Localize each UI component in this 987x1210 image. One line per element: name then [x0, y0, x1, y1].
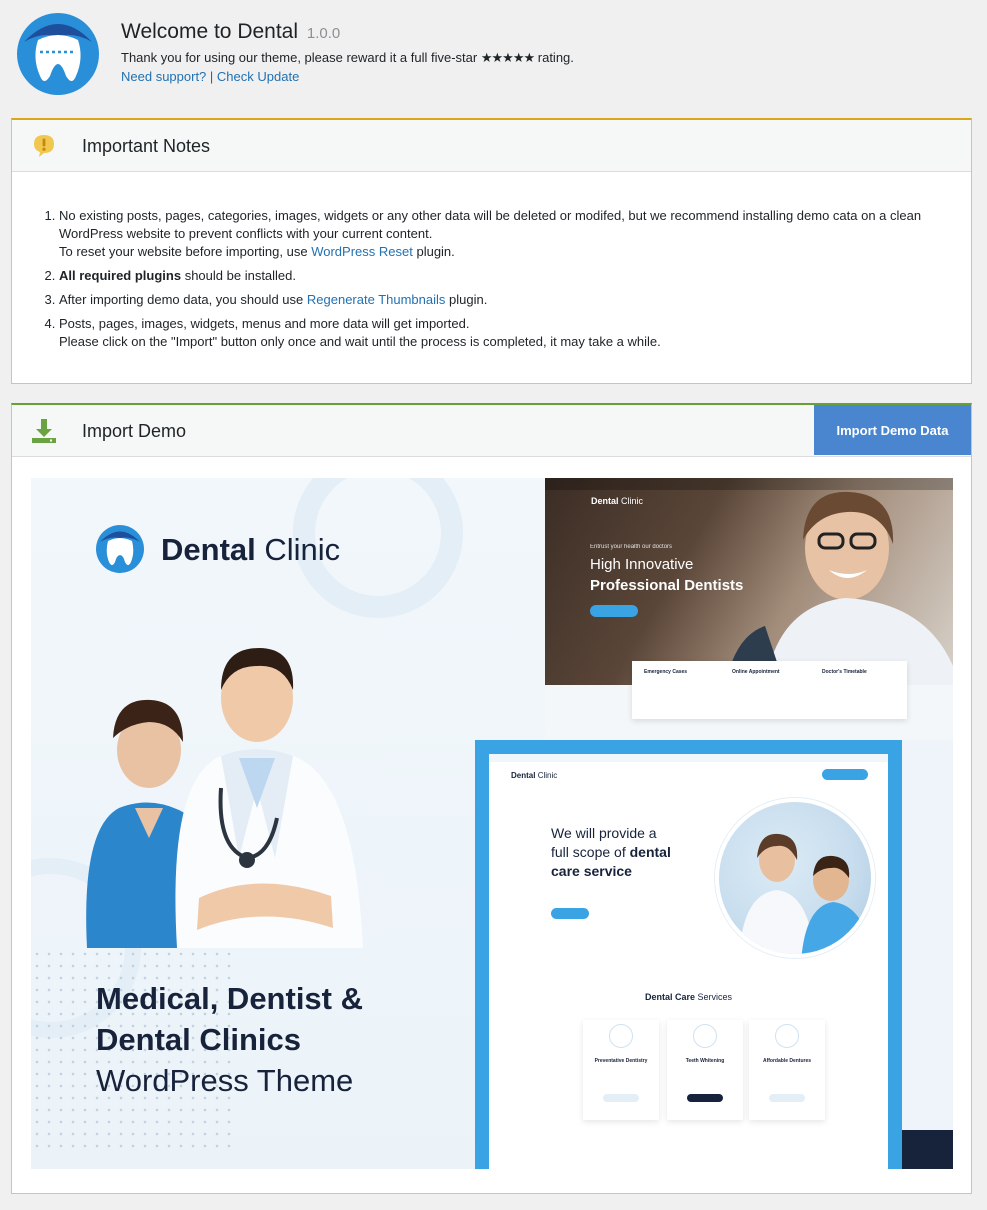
- notes-title: Important Notes: [82, 136, 211, 156]
- service-title: Preventative Dentistry: [594, 1058, 648, 1064]
- list-item: No existing posts, pages, categories, im…: [59, 207, 949, 261]
- tooth-search-icon: [609, 1024, 633, 1048]
- service-title: Affordable Dentures: [762, 1058, 812, 1064]
- service-card: Teeth Whitening: [667, 1020, 743, 1120]
- note-bold: All required plugins: [59, 268, 182, 283]
- warning-bubble-icon: [34, 135, 54, 157]
- notes-header: Important Notes: [12, 120, 971, 172]
- note-text: plugin.: [416, 244, 455, 259]
- note-text: should be installed.: [184, 268, 297, 283]
- title-text: Welcome to Dental: [121, 20, 299, 43]
- hero-cta-button: [590, 605, 638, 617]
- headline-line-1: Medical, Dentist &: [96, 981, 363, 1016]
- hero-nav-brand: Dental Clinic: [591, 496, 643, 506]
- hero-line-1: High Innovative: [590, 556, 694, 573]
- dentist-photo: [725, 491, 953, 685]
- info-card-timetable: Doctor's Timetable: [822, 669, 867, 675]
- preview-left-panel: Dental Clinic Medical, Dentist & Dental …: [31, 478, 546, 1169]
- service-card: Affordable Dentures: [749, 1020, 825, 1120]
- note-text: No existing posts, pages, categories, im…: [59, 208, 922, 241]
- message-suffix: rating.: [537, 50, 574, 65]
- mockup-brand-bold: Dental: [511, 771, 536, 780]
- services-heading-light: Services: [697, 992, 733, 1002]
- list-item: All required plugins should be installed…: [59, 267, 949, 285]
- mockup-patient-photo: [715, 798, 875, 958]
- note-text: After importing demo data, you should us…: [59, 292, 304, 307]
- hero-line-2: Professional Dentists: [590, 577, 744, 594]
- info-card-emergency: Emergency Cases: [644, 669, 688, 675]
- brand-light: Clinic: [264, 532, 341, 567]
- need-support-link[interactable]: Need support?: [121, 69, 206, 84]
- welcome-message: Thank you for using our theme, please re…: [121, 50, 574, 66]
- welcome-header: Welcome to Dental 1.0.0 Thank you for us…: [14, 12, 974, 102]
- list-item: After importing demo data, you should us…: [59, 291, 949, 309]
- wordpress-reset-link[interactable]: WordPress Reset: [311, 244, 413, 259]
- link-separator: |: [209, 69, 214, 84]
- headline-line-2: Dental Clinics: [96, 1022, 301, 1057]
- service-card: Preventative Dentistry: [583, 1020, 659, 1120]
- hero-kicker: Entrust your health our doctors: [590, 544, 673, 550]
- header-links: Need support? | Check Update: [121, 69, 299, 84]
- homepage-mockup: Dental Clinic We will provide a full sco…: [475, 740, 902, 1169]
- mockup-line-2: full scope of dental: [551, 843, 671, 862]
- mockup-brand-light: Clinic: [537, 771, 558, 780]
- denture-icon: [775, 1024, 799, 1048]
- decor-navy-block: [902, 1130, 953, 1169]
- regenerate-thumbnails-link[interactable]: Regenerate Thumbnails: [307, 292, 446, 307]
- service-button: [769, 1094, 805, 1102]
- hero-screenshot: Dental Clinic Entrust your health our do…: [545, 478, 953, 685]
- note-text: Posts, pages, images, widgets, menus and…: [59, 316, 470, 331]
- brand-bold: Dental: [161, 532, 256, 567]
- import-demo-panel: Import Demo Import Demo Data Dental Clin…: [11, 403, 972, 1194]
- list-item: Posts, pages, images, widgets, menus and…: [59, 315, 949, 351]
- import-header: Import Demo Import Demo Data: [12, 405, 971, 457]
- message-text: Thank you for using our theme, please re…: [121, 50, 478, 65]
- services-heading-bold: Dental Care: [644, 992, 695, 1002]
- doctors-photo: [86, 648, 363, 948]
- info-card-appointment: Online Appointment: [732, 669, 780, 675]
- dental-logo-icon: [17, 13, 99, 95]
- download-icon: [32, 419, 56, 443]
- page-title: Welcome to Dental 1.0.0: [121, 20, 340, 44]
- import-demo-data-button[interactable]: Import Demo Data: [814, 405, 971, 455]
- note-text: Please click on the "Import" button only…: [59, 334, 661, 349]
- mockup-line-3: care service: [551, 863, 632, 879]
- note-text: To reset your website before importing, …: [59, 244, 308, 259]
- brand-name: Dental Clinic: [161, 532, 340, 568]
- service-title: Teeth Whitening: [685, 1058, 725, 1064]
- dental-clinic-logo-icon: [96, 525, 144, 573]
- version-badge: 1.0.0: [306, 25, 341, 42]
- mockup-line-2-text: full scope of: [551, 844, 626, 860]
- import-title: Import Demo: [82, 421, 187, 441]
- mockup-screen: Dental Clinic We will provide a full sco…: [489, 754, 888, 1169]
- mockup-line-1: We will provide a: [551, 825, 657, 841]
- important-notes-panel: Important Notes No existing posts, pages…: [11, 118, 972, 384]
- five-star-icon: ★★★★★: [480, 50, 535, 65]
- mockup-topbar: [489, 754, 888, 762]
- note-text: plugin.: [449, 292, 488, 307]
- hero-brand-bold: Dental: [591, 496, 619, 506]
- service-button: [603, 1094, 639, 1102]
- tooth-sparkle-icon: [693, 1024, 717, 1048]
- service-button: [687, 1094, 723, 1102]
- mockup-patient-art: [739, 833, 871, 954]
- mockup-appointment-button: [822, 769, 868, 780]
- services-heading: Dental Care Services: [489, 992, 888, 1002]
- notes-list: No existing posts, pages, categories, im…: [59, 207, 949, 357]
- demo-preview-image: Dental Clinic Medical, Dentist & Dental …: [31, 478, 953, 1169]
- mockup-brand: Dental Clinic: [511, 771, 557, 780]
- mockup-line-2-bold: dental: [629, 844, 671, 860]
- check-update-link[interactable]: Check Update: [217, 69, 299, 84]
- info-cards: Emergency Cases Online Appointment Docto…: [632, 661, 907, 719]
- mockup-headline: We will provide a full scope of dental c…: [551, 824, 671, 881]
- mockup-cta-button: [551, 908, 589, 919]
- hero-brand-light: Clinic: [621, 496, 644, 506]
- headline-line-3: WordPress Theme: [96, 1063, 354, 1098]
- preview-headline: Medical, Dentist & Dental Clinics WordPr…: [96, 978, 516, 1101]
